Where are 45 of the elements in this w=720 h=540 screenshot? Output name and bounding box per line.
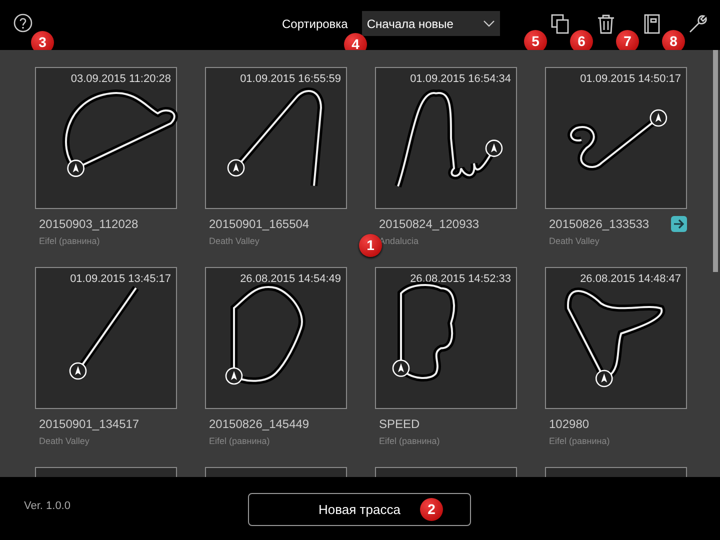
track-date: 26.08.2015 14:52:33 — [410, 272, 511, 287]
sort-label: Сортировка — [282, 16, 348, 32]
track-name: 20150901_165504 — [209, 216, 310, 233]
wrench-icon[interactable] — [688, 14, 708, 34]
callout-badge: 2 — [420, 498, 443, 521]
track-date: 01.09.2015 13:45:17 — [70, 272, 171, 287]
track-thumbnail[interactable]: 26.08.2015 14:52:33 — [375, 267, 517, 409]
track-thumbnail[interactable]: 26.08.2015 14:54:49 — [205, 267, 347, 409]
track-thumbnail[interactable]: 01.09.2015 16:55:59 — [205, 67, 347, 209]
track-date: 01.09.2015 14:50:17 — [580, 72, 681, 87]
help-icon[interactable] — [13, 13, 33, 33]
track-location: Death Valley — [38, 435, 90, 448]
trash-icon[interactable] — [597, 14, 615, 34]
track-name: SPEED — [379, 416, 420, 433]
track-name: 20150901_134517 — [39, 416, 140, 433]
track-name: 20150903_112028 — [39, 216, 138, 233]
track-date: 01.09.2015 16:54:34 — [410, 72, 511, 87]
track-thumbnail[interactable]: 03.09.2015 11:20:28 — [35, 67, 177, 209]
track-thumbnail[interactable]: 01.09.2015 13:45:17 — [35, 267, 177, 409]
track-date: 03.09.2015 11:20:28 — [70, 72, 171, 87]
notebook-icon[interactable] — [643, 14, 661, 34]
track-date: 26.08.2015 14:54:49 — [240, 272, 341, 287]
arrow-icon[interactable] — [671, 216, 687, 232]
new-track-button[interactable]: Новая трасса 2 — [248, 493, 471, 526]
track-location: Eifel (равнина) — [548, 435, 611, 448]
track-name: 20150826_133533 — [549, 216, 650, 233]
track-location: Eifel (равнина) — [378, 435, 441, 448]
track-location: Death Valley — [548, 235, 600, 248]
scrollbar-thumb[interactable] — [713, 50, 718, 272]
track-date: 26.08.2015 14:48:47 — [580, 272, 681, 287]
track-location: Death Valley — [208, 235, 260, 248]
track-name: 20150824_120933 — [379, 216, 480, 233]
track-name: 102980 — [549, 416, 590, 433]
track-thumbnail[interactable]: 01.09.2015 14:50:17 — [545, 67, 687, 209]
sort-dropdown[interactable]: Сначала новые — [362, 11, 500, 36]
track-thumbnail[interactable]: 01.09.2015 16:54:34 — [375, 67, 517, 209]
chevron-icon — [482, 20, 495, 27]
track-location: Eifel (равнина) — [208, 435, 271, 448]
version-label: Ver. 1.0.0 — [24, 499, 70, 514]
copy-icon[interactable] — [551, 14, 569, 34]
track-name: 20150826_145449 — [209, 416, 310, 433]
track-date: 01.09.2015 16:55:59 — [240, 72, 341, 87]
track-location: Eifel (равнина) — [38, 235, 101, 248]
callout-badge: 1 — [359, 234, 382, 257]
track-thumbnail[interactable]: 26.08.2015 14:48:47 — [545, 267, 687, 409]
